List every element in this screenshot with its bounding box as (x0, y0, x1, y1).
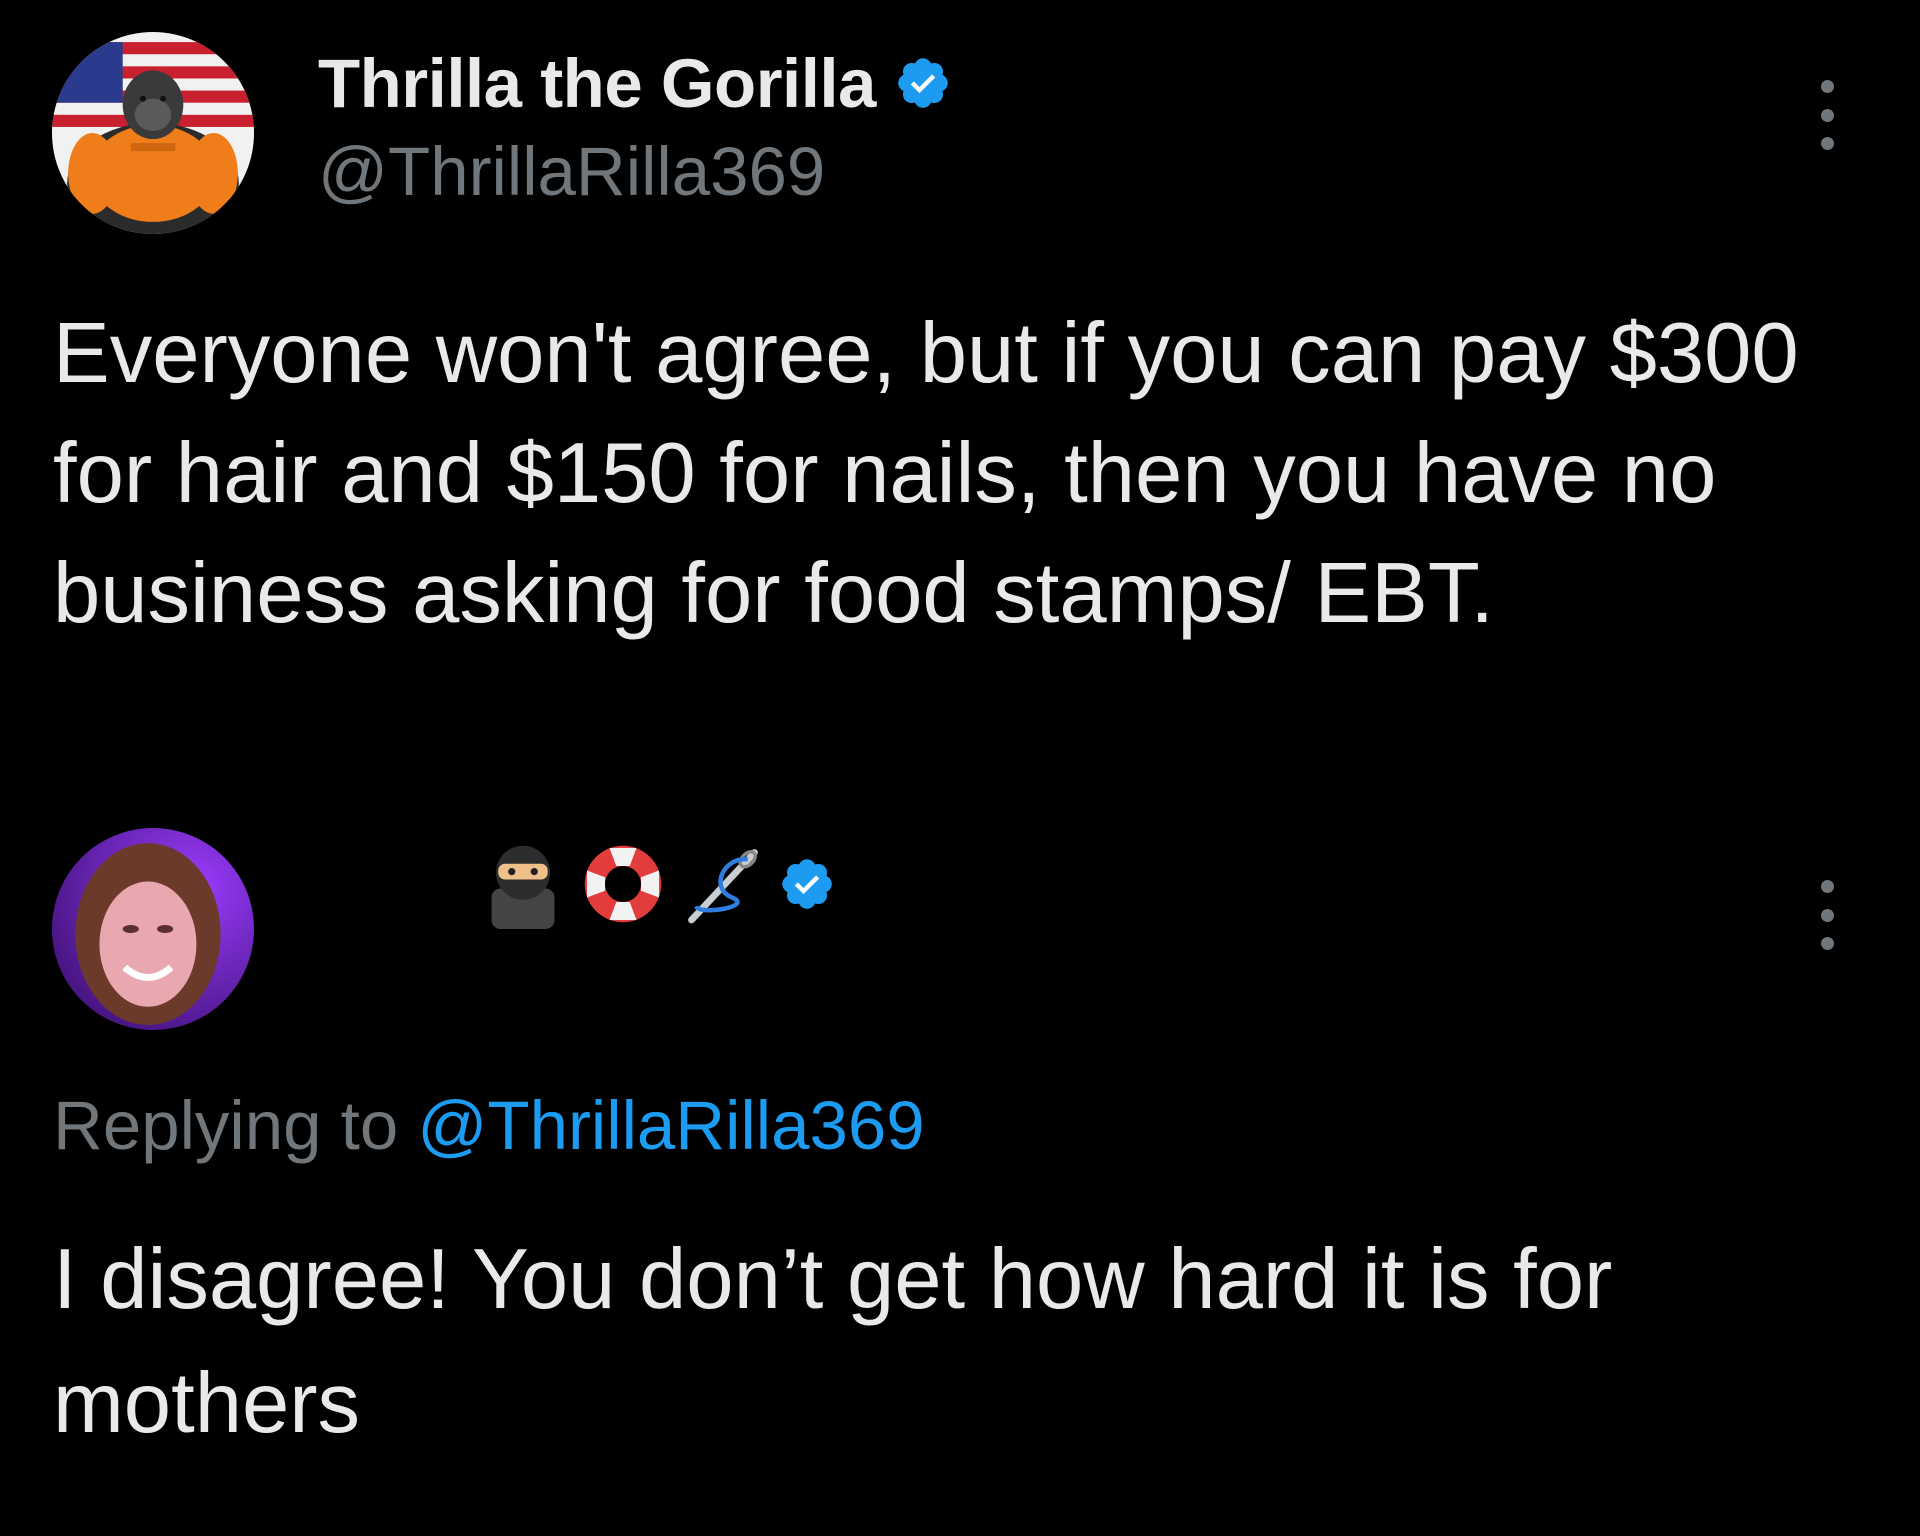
gorilla-avatar[interactable] (52, 32, 254, 234)
author-handle[interactable]: @ThrillaRilla369 (318, 132, 825, 211)
author-name-line: Thrilla the Gorilla (318, 44, 952, 123)
replying-to-label: Replying to (53, 1087, 399, 1164)
ninja-emoji (478, 839, 568, 929)
more-options-icon[interactable] (1812, 880, 1842, 950)
user-photo-avatar[interactable] (52, 828, 254, 1030)
more-options-icon[interactable] (1812, 80, 1842, 150)
verified-badge-icon (894, 54, 952, 112)
gorilla-avatar-image (52, 32, 254, 234)
user-photo-avatar-image (52, 828, 254, 1030)
reply-author-name-line[interactable] (478, 836, 836, 932)
replying-to-line: Replying to @ThrillaRilla369 (53, 1086, 925, 1165)
verified-badge-icon (778, 855, 836, 913)
tweet-text: Everyone won't agree, but if you can pay… (53, 306, 1799, 641)
ring-buoy-emoji (578, 839, 668, 929)
author-display-name[interactable]: Thrilla the Gorilla (318, 44, 876, 123)
reply-text: I disagree! You don’t get how hard it is… (53, 1232, 1613, 1451)
needle-thread-emoji (678, 839, 768, 929)
replying-to-handle-link[interactable]: @ThrillaRilla369 (417, 1087, 924, 1164)
